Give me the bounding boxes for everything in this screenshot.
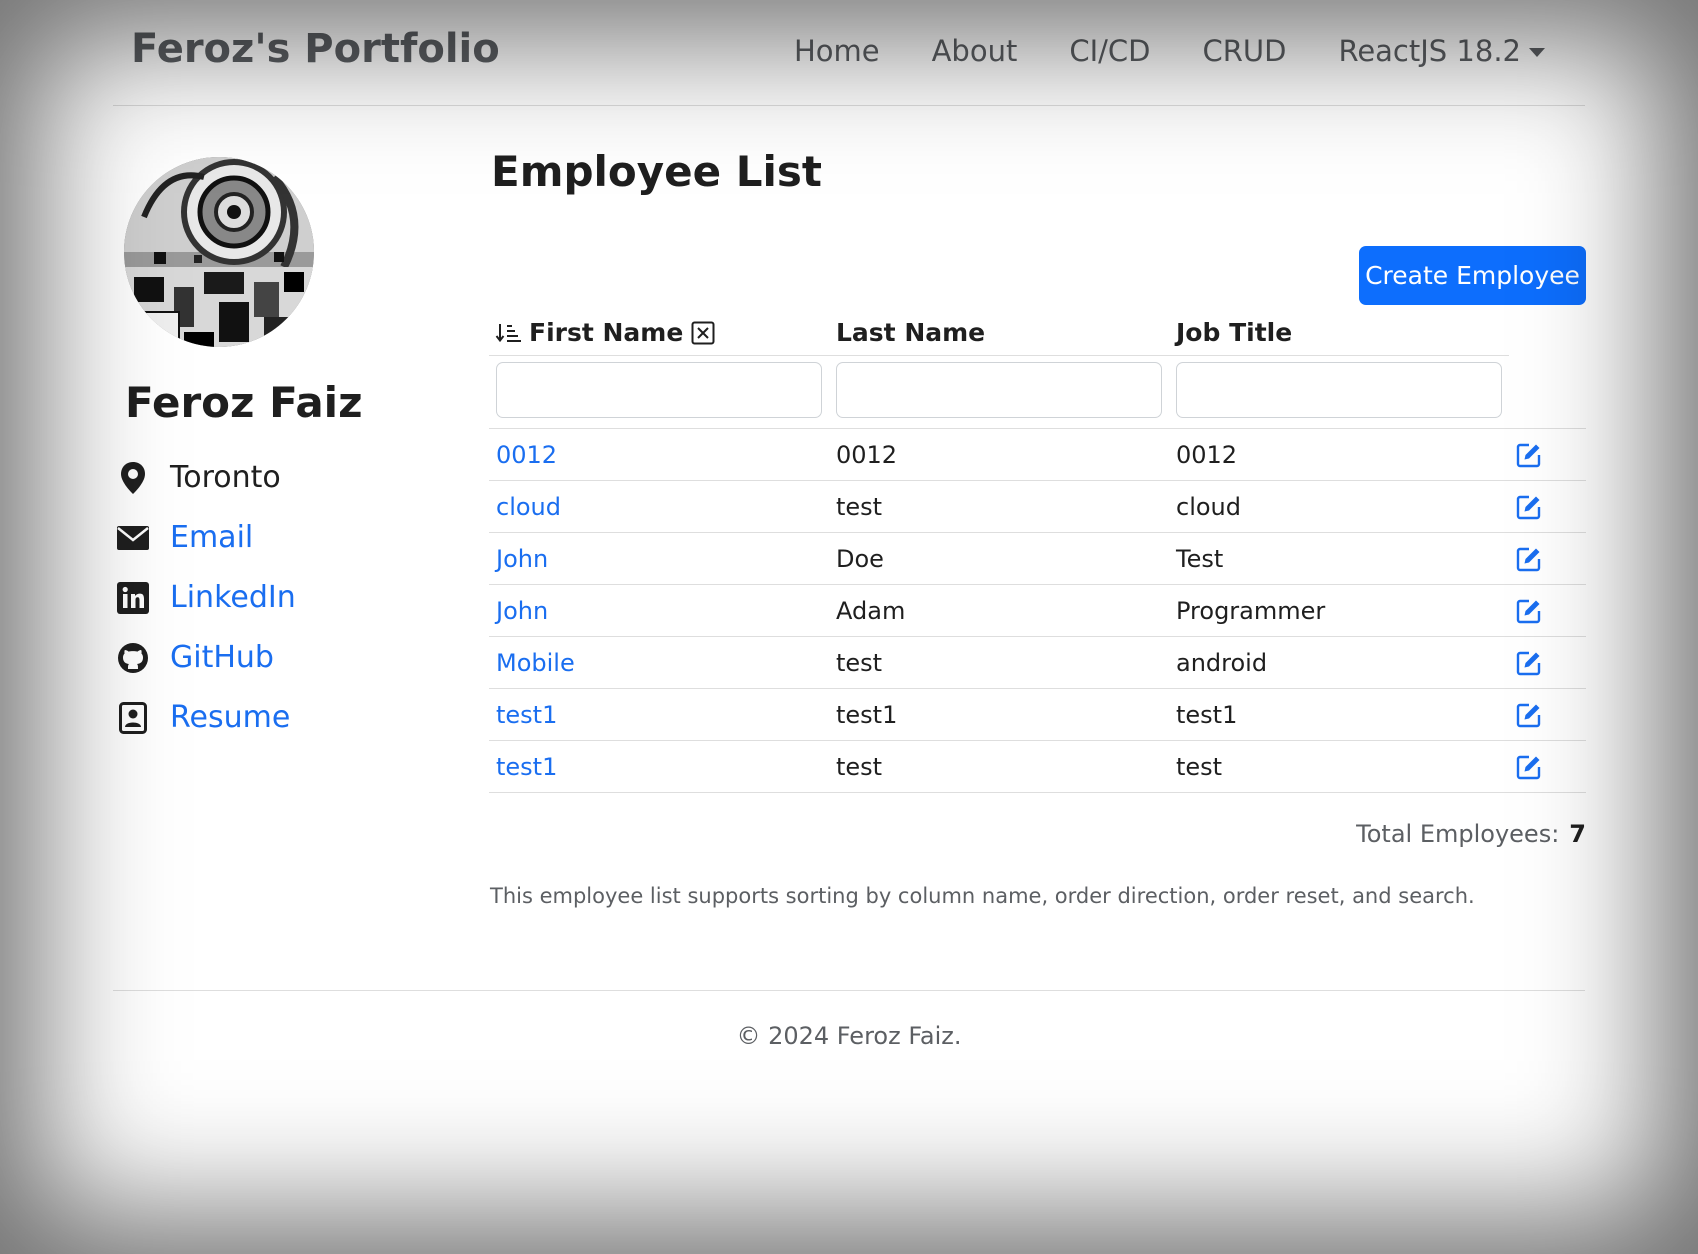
contact-location: Toronto	[116, 460, 281, 495]
contact-resume[interactable]: Resume	[116, 700, 290, 735]
column-header-first-name[interactable]: First Name	[495, 318, 715, 347]
employee-first-name-link[interactable]: cloud	[496, 493, 561, 521]
contact-email[interactable]: Email	[116, 520, 253, 555]
employee-last-name: 0012	[836, 441, 898, 469]
edit-icon[interactable]	[1516, 598, 1542, 624]
brand-title[interactable]: Feroz's Portfolio	[131, 26, 500, 72]
contact-github[interactable]: GitHub	[116, 640, 274, 675]
sort-ascending-icon[interactable]	[495, 322, 521, 344]
nav-links: Home About CI/CD CRUD ReactJS 18.2	[742, 34, 1545, 68]
employee-last-name: Adam	[836, 597, 906, 625]
employee-first-name-link[interactable]: 0012	[496, 441, 557, 469]
email-link[interactable]: Email	[170, 520, 253, 555]
nav-link-home[interactable]: Home	[794, 34, 880, 68]
column-label-first-name: First Name	[529, 318, 684, 347]
filter-last-name-input[interactable]	[836, 362, 1162, 418]
employee-job-title: Programmer	[1176, 597, 1326, 625]
table-row: test1 test test	[489, 741, 1586, 793]
table-row: 0012 0012 0012	[489, 429, 1586, 481]
location-text: Toronto	[170, 460, 281, 495]
edit-icon[interactable]	[1516, 754, 1542, 780]
table-header: First Name Last Name Job Title	[489, 310, 1509, 356]
filter-first-name-input[interactable]	[496, 362, 822, 418]
edit-icon[interactable]	[1516, 546, 1542, 572]
edit-icon[interactable]	[1516, 494, 1542, 520]
edit-icon[interactable]	[1516, 702, 1542, 728]
github-link[interactable]: GitHub	[170, 640, 274, 675]
list-description: This employee list supports sorting by c…	[490, 884, 1475, 908]
total-employees: Total Employees: 7	[1356, 820, 1586, 848]
employee-first-name-link[interactable]: test1	[496, 701, 557, 729]
nav-dropdown-react[interactable]: ReactJS 18.2	[1338, 34, 1545, 68]
nav-link-crud[interactable]: CRUD	[1203, 34, 1287, 68]
linkedin-icon	[116, 581, 150, 615]
linkedin-link[interactable]: LinkedIn	[170, 580, 296, 615]
employee-last-name: test	[836, 493, 883, 521]
resume-link[interactable]: Resume	[170, 700, 290, 735]
avatar-image	[124, 157, 314, 347]
total-count: 7	[1569, 820, 1586, 848]
table-row: cloud test cloud	[489, 481, 1586, 533]
avatar	[124, 157, 314, 347]
total-label: Total Employees:	[1356, 820, 1560, 848]
employee-last-name: test	[836, 753, 883, 781]
employee-first-name-link[interactable]: test1	[496, 753, 557, 781]
envelope-icon	[116, 521, 150, 555]
employee-job-title: 0012	[1176, 441, 1238, 469]
employee-last-name: Doe	[836, 545, 884, 573]
column-header-job-title[interactable]: Job Title	[1176, 318, 1292, 347]
employee-first-name-link[interactable]: Mobile	[496, 649, 575, 677]
nav-link-cicd[interactable]: CI/CD	[1069, 34, 1150, 68]
edit-icon[interactable]	[1516, 442, 1542, 468]
table-row: John Doe Test	[489, 533, 1586, 585]
employee-first-name-link[interactable]: John	[496, 545, 548, 573]
employee-job-title: test1	[1176, 701, 1238, 729]
employee-job-title: test	[1176, 753, 1223, 781]
table-row: John Adam Programmer	[489, 585, 1586, 637]
employee-table: First Name Last Name Job Title 0012 0012…	[489, 310, 1586, 793]
table-row: test1 test1 test1	[489, 689, 1586, 741]
employee-job-title: cloud	[1176, 493, 1241, 521]
employee-first-name-link[interactable]: John	[496, 597, 548, 625]
github-icon	[116, 641, 150, 675]
employee-last-name: test1	[836, 701, 898, 729]
table-row: Mobile test android	[489, 637, 1586, 689]
footer-copyright: © 2024 Feroz Faiz.	[736, 1022, 962, 1050]
caret-down-icon	[1529, 47, 1545, 57]
page: Feroz's Portfolio Home About CI/CD CRUD …	[0, 0, 1698, 1254]
employee-job-title: Test	[1176, 545, 1224, 573]
page-title: Employee List	[491, 147, 822, 196]
employee-last-name: test	[836, 649, 883, 677]
create-employee-button[interactable]: Create Employee	[1359, 246, 1586, 305]
clear-sort-icon[interactable]	[691, 321, 715, 345]
resume-icon	[116, 701, 150, 735]
filter-row	[489, 356, 1586, 429]
profile-name: Feroz Faiz	[125, 378, 363, 427]
nav-link-about[interactable]: About	[932, 34, 1018, 68]
navbar: Feroz's Portfolio Home About CI/CD CRUD …	[113, 0, 1585, 106]
footer-divider	[113, 990, 1585, 991]
map-pin-icon	[116, 461, 150, 495]
column-header-last-name[interactable]: Last Name	[836, 318, 985, 347]
employee-job-title: android	[1176, 649, 1268, 677]
edit-icon[interactable]	[1516, 650, 1542, 676]
filter-job-title-input[interactable]	[1176, 362, 1502, 418]
nav-dropdown-label: ReactJS 18.2	[1338, 34, 1521, 68]
contact-linkedin[interactable]: LinkedIn	[116, 580, 296, 615]
